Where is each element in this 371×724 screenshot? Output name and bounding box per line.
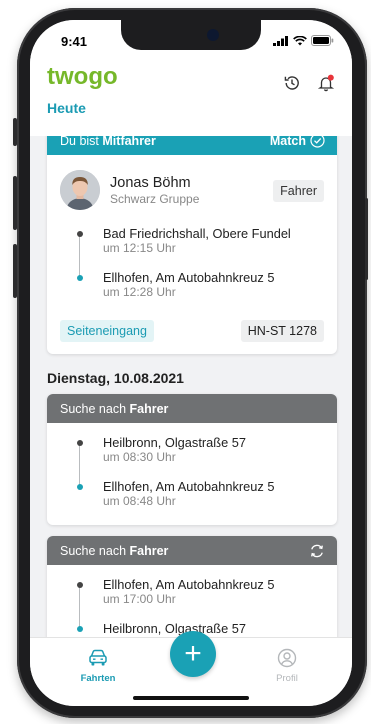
route-stop: Bad Friedrichshall, Obere Fundel um 12:1… [103,226,291,256]
route-stop: Ellhofen, Am Autobahnkreuz 5 um 12:28 Uh… [103,270,274,300]
stop-place: Ellhofen, Am Autobahnkreuz 5 [103,577,275,592]
route-line [79,585,80,629]
twogo-logo: twogo [47,63,118,90]
history-icon [284,76,299,90]
date-heading: Dienstag, 10.08.2021 [47,370,184,386]
avatar [60,170,100,210]
stop-time: um 12:15 Uhr [103,241,176,255]
driver-photo [60,170,100,210]
route-stop: Heilbronn, Olgastraße 57 [103,621,246,636]
status-time: 9:41 [61,34,88,49]
search-prefix: Suche nach [60,401,127,416]
plus-icon: + [184,637,202,670]
stop-time: um 08:48 Uhr [103,494,176,508]
start-dot [77,231,83,237]
end-dot [77,275,83,281]
camera [207,29,219,41]
volume-down-button [13,244,17,298]
search-header: Suche nach Fahrer [47,394,337,423]
app-screen: 9:41 twogo Heute Du bist Mitfahrer Match [30,20,352,706]
meeting-point-tag: Seiteneingang [60,320,154,342]
nav-trips-label: Fahrten [80,673,116,684]
end-dot [77,484,83,490]
nav-trips[interactable]: Fahrten [68,648,128,684]
start-dot [77,582,83,588]
end-dot [77,626,83,632]
driver-name: Jonas Böhm [110,174,191,191]
route-stop: Ellhofen, Am Autobahnkreuz 5 um 08:48 Uh… [103,479,274,509]
search-header: Suche nach Fahrer [47,536,337,565]
notifications-button[interactable] [315,72,337,94]
wifi-icon [293,35,307,45]
search-role: Fahrer [129,543,169,558]
route-line [79,234,80,278]
driver-company: Schwarz Gruppe [110,191,200,206]
nav-profile-label: Profil [276,673,298,684]
start-dot [77,440,83,446]
profile-icon [277,648,297,668]
ride-search-card[interactable]: Suche nach Fahrer Heilbronn, Olgastraße … [47,394,337,525]
nav-profile[interactable]: Profil [257,648,317,684]
signal-icon [273,35,288,46]
route-stop: Ellhofen, Am Autobahnkreuz 5 um 17:00 Uh… [103,577,274,607]
stop-time: um 08:30 Uhr [103,450,176,464]
route-line [79,443,80,487]
route-stop: Heilbronn, Olgastraße 57 um 08:30 Uhr [103,435,246,465]
refresh-icon[interactable] [309,543,325,559]
search-title: Suche nach Fahrer [60,402,168,416]
home-indicator [133,696,249,700]
search-prefix: Suche nach [60,543,127,558]
history-button[interactable] [281,72,303,94]
battery-icon [311,35,334,46]
stop-place: Bad Friedrichshall, Obere Fundel [103,226,291,241]
driver-role-badge: Fahrer [273,180,324,202]
power-button [365,198,368,280]
app-header: twogo Heute [30,60,352,136]
stop-time: um 12:28 Uhr [103,285,176,299]
license-plate: HN-ST 1278 [240,320,324,342]
status-icons [273,35,334,46]
driver-info[interactable]: Jonas Böhm Schwarz Gruppe [60,170,199,210]
stop-place: Ellhofen, Am Autobahnkreuz 5 [103,479,275,494]
car-icon [89,649,107,666]
bell-icon [317,74,335,92]
notch [121,20,261,50]
stop-place: Heilbronn, Olgastraße 57 [103,621,246,636]
mute-switch [13,118,17,146]
search-role: Fahrer [129,401,169,416]
stop-place: Heilbronn, Olgastraße 57 [103,435,246,450]
stop-time: um 17:00 Uhr [103,592,176,606]
today-ride-card[interactable]: Du bist Mitfahrer Match Jonas Böhm Schwa… [47,126,337,354]
volume-up-button [13,176,17,230]
search-title: Suche nach Fahrer [60,544,168,558]
add-ride-button[interactable]: + [170,631,216,677]
stop-place: Ellhofen, Am Autobahnkreuz 5 [103,270,275,285]
section-title: Heute [47,100,86,116]
